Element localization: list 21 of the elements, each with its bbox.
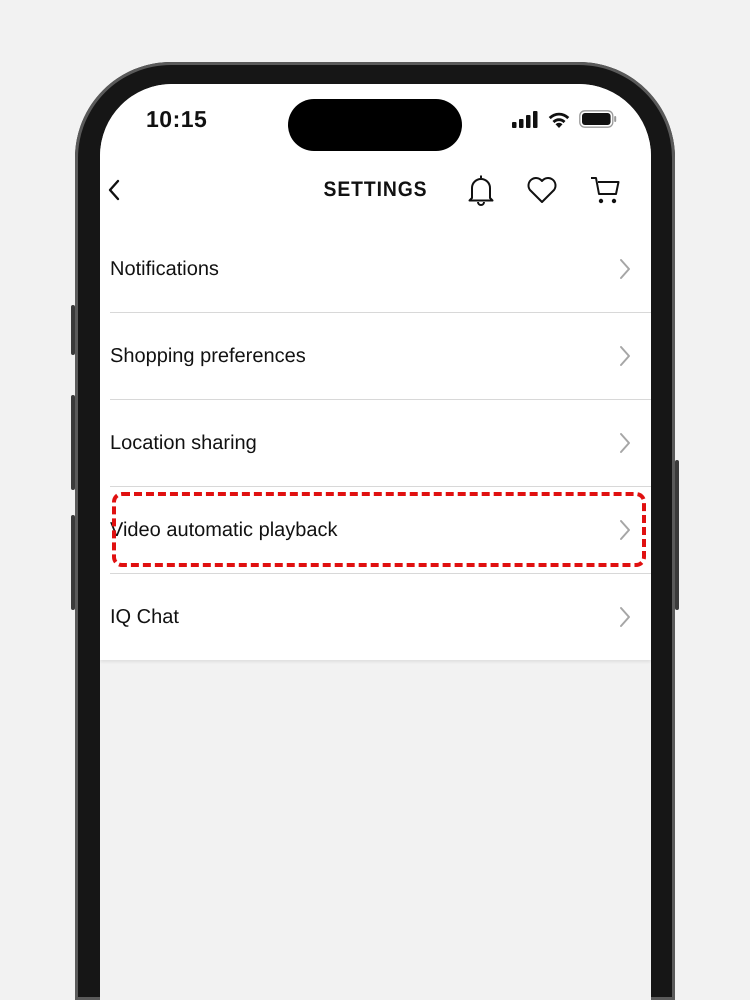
settings-row[interactable]: IQ Chat (110, 574, 651, 660)
chevron-icon (619, 345, 631, 367)
status-time: 10:15 (146, 106, 208, 132)
battery-icon (579, 110, 617, 128)
chevron-icon (619, 606, 631, 628)
chevron-icon (619, 258, 631, 280)
chevron-icon (619, 519, 631, 541)
row-label: Shopping preferences (110, 344, 306, 368)
row-label: Location sharing (110, 432, 257, 454)
row-label: Notifications (110, 258, 219, 280)
wifi-icon (547, 110, 571, 128)
signal-icon (512, 110, 539, 128)
page-title: SETTINGS (324, 178, 428, 202)
settings-row[interactable]: Video automatic playback (110, 487, 651, 574)
row-label: Video automatic playback (110, 518, 338, 542)
settings-row[interactable]: Shopping preferences (110, 313, 651, 400)
settings-row[interactable]: Location sharing (110, 400, 651, 487)
settings-row[interactable]: Notifications (110, 226, 651, 313)
back-button[interactable] (106, 177, 122, 203)
row-label: IQ Chat (110, 606, 179, 628)
chevron-icon (619, 432, 631, 454)
